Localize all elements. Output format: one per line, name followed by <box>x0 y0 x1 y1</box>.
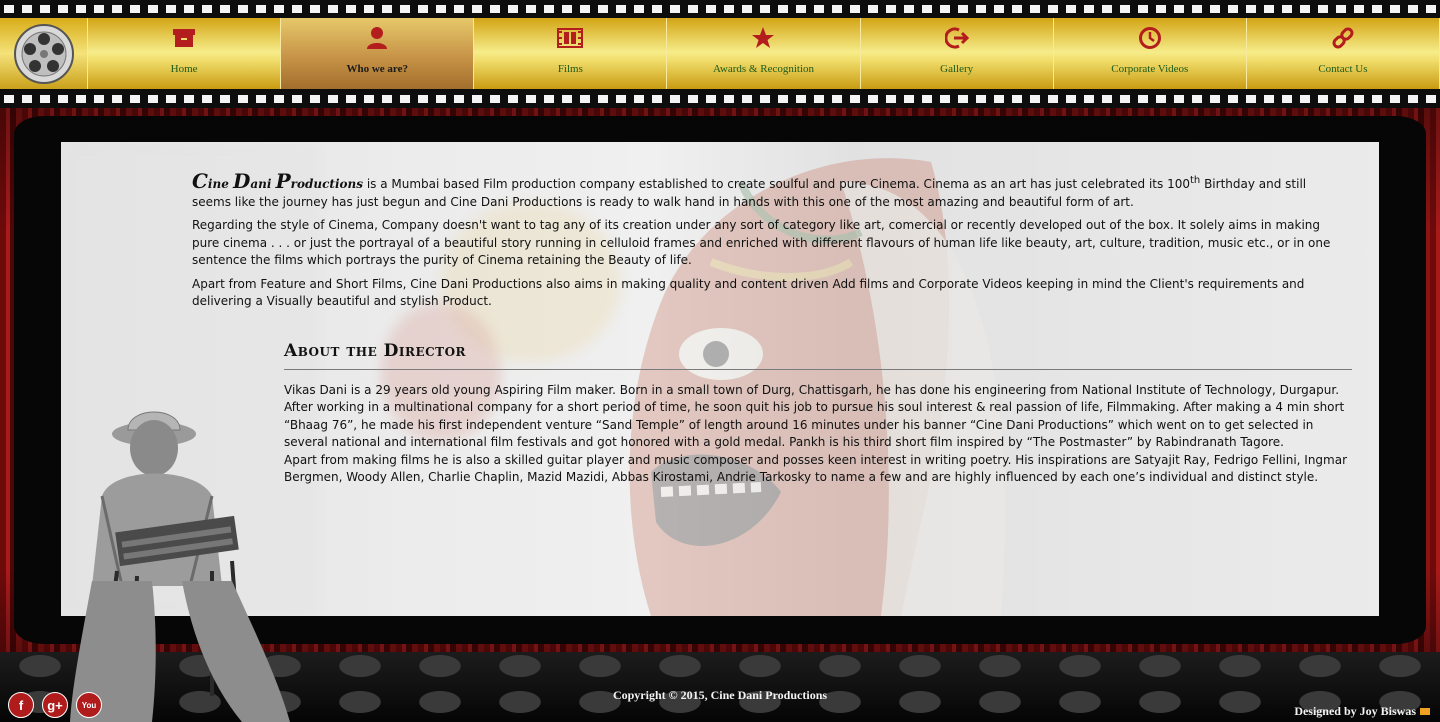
archive-icon <box>170 24 198 52</box>
brand-cap-d: D <box>233 169 251 193</box>
brand-cap-p: P <box>275 169 291 193</box>
intro-text-a: is a Mumbai based Film production compan… <box>363 177 1190 191</box>
youtube-icon[interactable]: You <box>76 692 102 718</box>
star-icon <box>749 24 777 52</box>
film-reel-icon <box>13 23 74 84</box>
intro-paragraph-2: Regarding the style of Cinema, Company d… <box>192 218 1331 267</box>
main-nav: Home Who we are? Films Awards & Recognit… <box>0 18 1440 89</box>
user-icon <box>363 24 391 52</box>
director-photo <box>70 411 290 722</box>
intro-superscript: th <box>1189 175 1201 186</box>
designer-credit[interactable]: Designed by Joy Biswas <box>1294 704 1430 719</box>
director-paragraph-1: Vikas Dani is a 29 years old young Aspir… <box>284 382 1345 450</box>
nav-item-who-we-are[interactable]: Who we are? <box>281 18 475 89</box>
nav-item-gallery[interactable]: Gallery <box>860 18 1054 89</box>
film-reel-logo[interactable] <box>0 18 88 89</box>
brand-word-roductions: roductions <box>290 177 364 191</box>
designer-credit-label: Designed by Joy Biswas <box>1294 704 1416 718</box>
director-heading: About the Director <box>284 342 1352 370</box>
link-icon <box>1329 24 1357 52</box>
nav-label-home: Home <box>170 63 198 75</box>
clock-icon <box>1136 24 1164 52</box>
brand-name: Cine Dani Productions <box>192 171 364 191</box>
nav-label-gallery: Gallery <box>940 63 974 75</box>
nav-label-who-we-are: Who we are? <box>346 63 408 75</box>
film-sprockets-bottom <box>0 90 1440 108</box>
brand-cap-c: C <box>192 169 208 193</box>
mail-icon <box>1420 708 1430 715</box>
nav-label-contact-us: Contact Us <box>1318 63 1368 75</box>
nav-label-awards: Awards & Recognition <box>712 63 814 75</box>
nav-item-contact-us[interactable]: Contact Us <box>1246 18 1440 89</box>
film-sprockets-top <box>0 0 1440 18</box>
intro-paragraph-3: Apart from Feature and Short Films, Cine… <box>192 276 1305 309</box>
director-paragraph-2: Apart from making films he is also a ski… <box>284 452 1348 485</box>
intro-paragraph-1: Cine Dani Productions is a Mumbai based … <box>192 171 1348 211</box>
nav-item-awards[interactable]: Awards & Recognition <box>667 18 861 89</box>
about-director-section: About the Director Vikas Dani is a 29 ye… <box>284 342 1352 487</box>
facebook-icon[interactable]: f <box>8 692 34 718</box>
google-plus-icon[interactable]: g+ <box>42 692 68 718</box>
nav-label-films: Films <box>557 63 583 75</box>
film-strip-nav: Home Who we are? Films Awards & Recognit… <box>0 0 1440 108</box>
copyright-text: Copyright © 2015, Cine Dani Productions <box>612 688 828 702</box>
brand-word-ine: ine <box>207 177 234 191</box>
sign-out-icon <box>943 24 971 52</box>
nav-item-corporate-videos[interactable]: Corporate Videos <box>1053 18 1247 89</box>
intro-content: Cine Dani Productions is a Mumbai based … <box>192 171 1348 317</box>
nav-item-home[interactable]: Home <box>88 18 282 89</box>
nav-label-corporate-videos: Corporate Videos <box>1111 63 1189 75</box>
film-icon <box>556 24 584 52</box>
brand-word-ani: ani <box>250 177 276 191</box>
nav-item-films[interactable]: Films <box>474 18 668 89</box>
social-links: f g+ You <box>8 692 102 718</box>
